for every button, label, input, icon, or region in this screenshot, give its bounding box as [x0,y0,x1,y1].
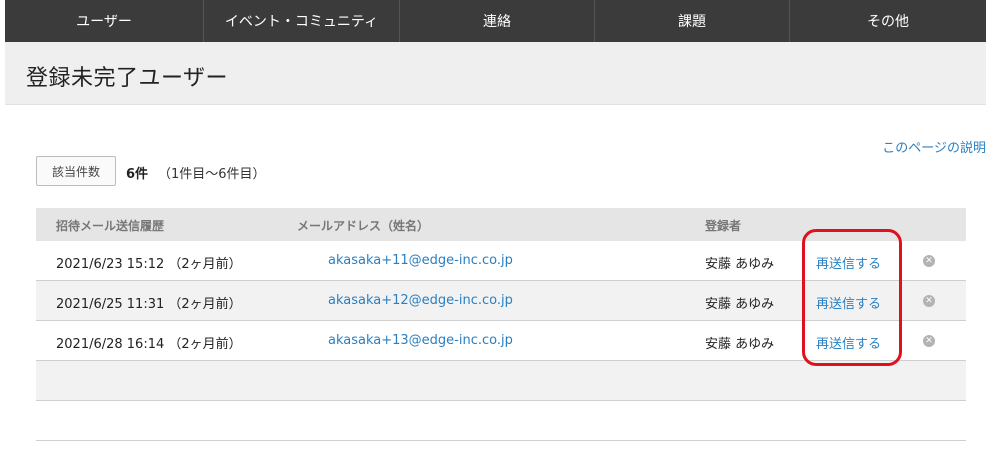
close-circle-icon[interactable]: ✕ [923,295,935,307]
email-link[interactable]: akasaka+12@edge-inc.co.jp [328,293,513,308]
registrant-name: 安藤 あゆみ [705,337,775,352]
resend-link[interactable]: 再送信する [816,253,881,272]
table-row: 2021/6/23 15:12 （2ヶ月前） akasaka+11@edge-i… [36,241,966,281]
resend-link[interactable]: 再送信する [816,293,881,312]
header-history: 招待メール送信履歴 [56,219,165,233]
table-row: 2021/6/28 16:14 （2ヶ月前） akasaka+13@edge-i… [36,321,966,361]
nav-item-other[interactable]: その他 [790,0,986,42]
page-help-link[interactable]: このページの説明 [882,137,986,156]
registrant-name: 安藤 あゆみ [705,257,775,272]
page-header: 登録未完了ユーザー [5,42,986,105]
result-count-value: 6件 [126,167,149,182]
registrant-name: 安藤 あゆみ [705,297,775,312]
email-link[interactable]: akasaka+11@edge-inc.co.jp [328,253,513,268]
close-circle-icon[interactable]: ✕ [923,255,935,267]
nav-item-users[interactable]: ユーザー [5,0,204,42]
nav-item-tasks[interactable]: 課題 [595,0,790,42]
sent-date: 2021/6/23 15:12 （2ヶ月前） [56,257,242,272]
top-navigation: ユーザー イベント・コミュニティ 連絡 課題 その他 [5,0,986,42]
result-count-label: 該当件数 [36,156,116,186]
header-registrant: 登録者 [705,219,742,233]
close-circle-icon[interactable]: ✕ [923,335,935,347]
nav-item-events[interactable]: イベント・コミュニティ [204,0,400,42]
table-row-empty [36,361,966,401]
divider [36,440,966,441]
sent-date: 2021/6/25 11:31 （2ヶ月前） [56,297,242,312]
page-title: 登録未完了ユーザー [26,66,229,91]
unregistered-users-table: 招待メール送信履歴 メールアドレス（姓名） 登録者 2021/6/23 15:1… [36,208,966,401]
resend-link[interactable]: 再送信する [816,333,881,352]
table-row: 2021/6/25 11:31 （2ヶ月前） akasaka+12@edge-i… [36,281,966,321]
sent-date: 2021/6/28 16:14 （2ヶ月前） [56,337,242,352]
nav-item-contact[interactable]: 連絡 [400,0,595,42]
result-range: （1件目〜6件目） [158,167,266,182]
email-link[interactable]: akasaka+13@edge-inc.co.jp [328,333,513,348]
table-header: 招待メール送信履歴 メールアドレス（姓名） 登録者 [36,208,966,241]
header-email: メールアドレス（姓名） [297,219,430,233]
